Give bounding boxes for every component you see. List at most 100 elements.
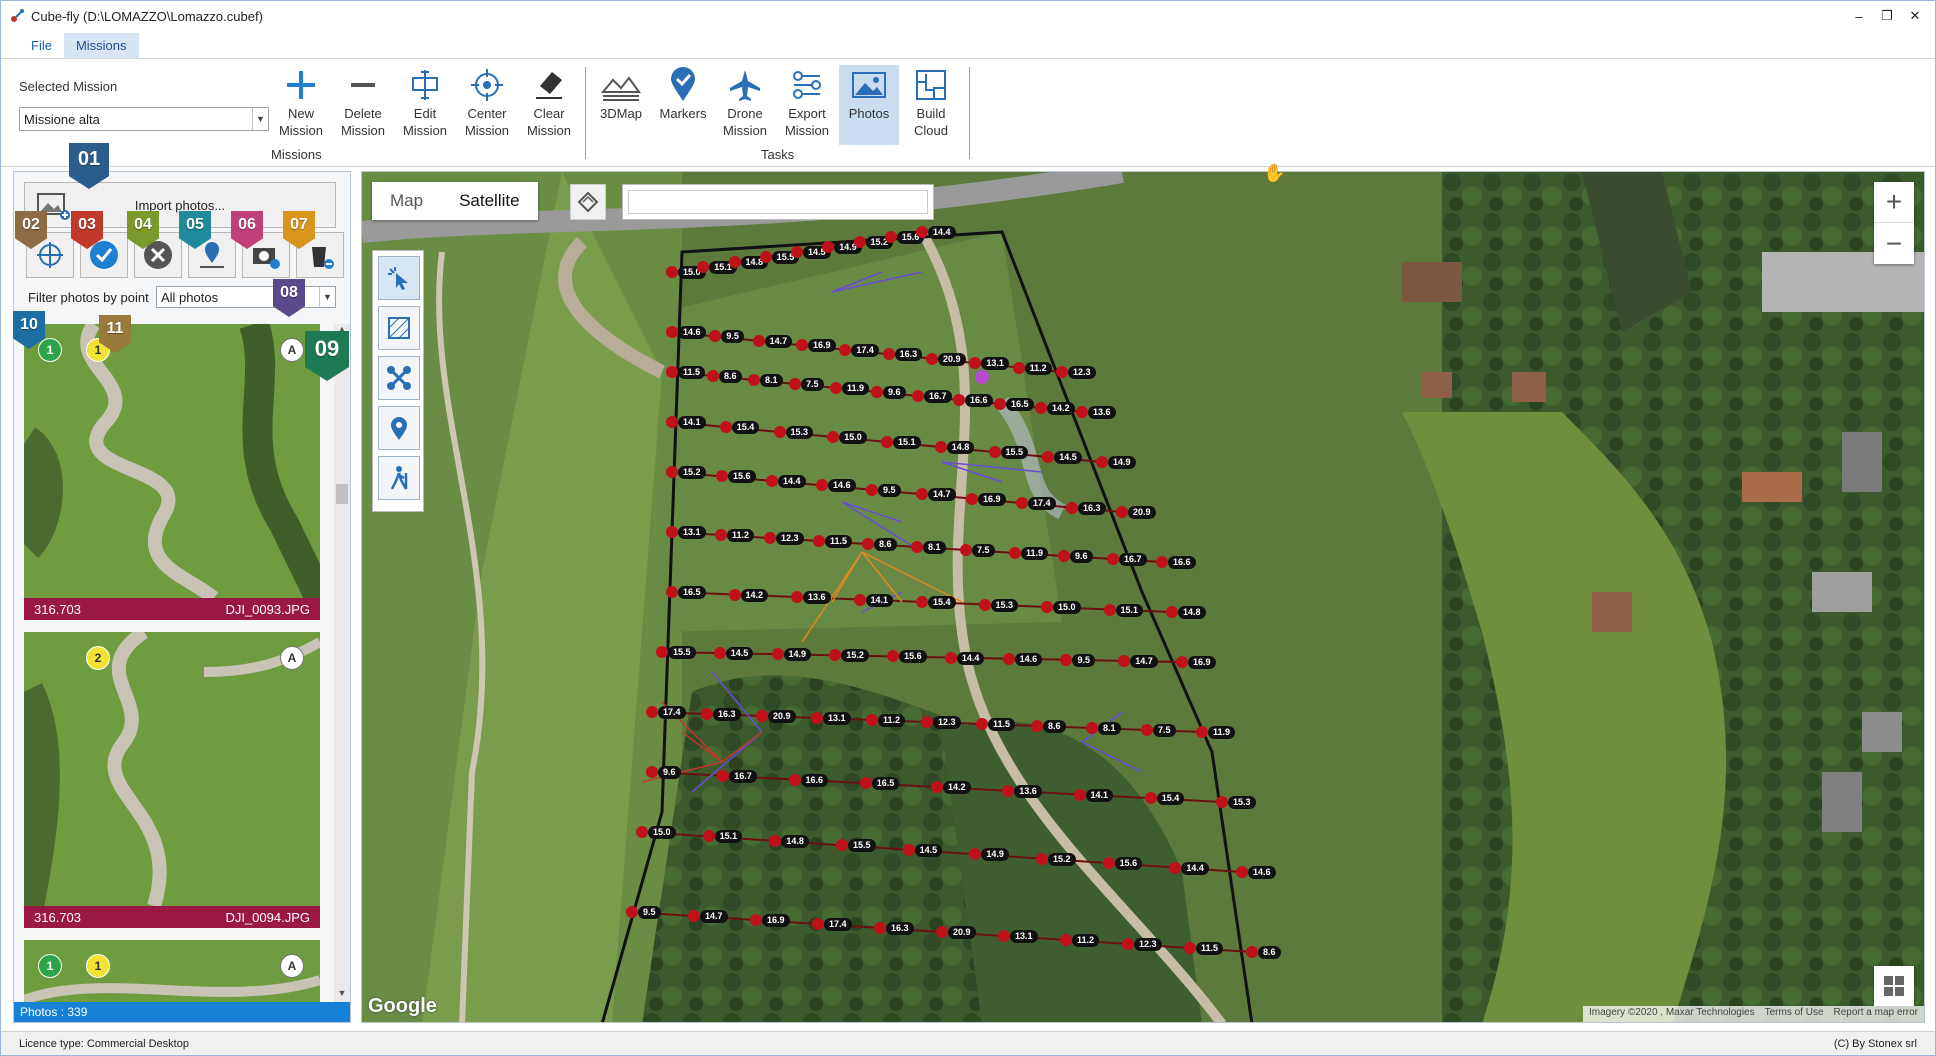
waypoint-marker[interactable]	[626, 906, 638, 918]
satellite-option[interactable]: Satellite	[441, 182, 537, 220]
waypoint-marker[interactable]	[713, 647, 726, 660]
waypoint-marker[interactable]	[836, 839, 848, 852]
waypoint-marker[interactable]	[1076, 406, 1088, 418]
waypoint-marker[interactable]	[773, 426, 786, 438]
waypoint-marker[interactable]	[646, 706, 658, 718]
waypoint-marker[interactable]	[666, 526, 678, 538]
restore-button[interactable]: ❐	[1873, 5, 1901, 27]
center-mission-button[interactable]: Center Mission	[457, 65, 517, 145]
waypoint-marker[interactable]	[953, 394, 965, 406]
waypoint-marker[interactable]	[666, 366, 678, 378]
waypoint-marker[interactable]	[1058, 550, 1070, 562]
scroll-down-icon[interactable]: ▼	[334, 988, 350, 1002]
waypoint-marker[interactable]	[916, 226, 928, 238]
waypoint-marker[interactable]	[1118, 654, 1131, 667]
waypoint-marker[interactable]	[1016, 497, 1028, 510]
waypoint-marker[interactable]	[1002, 784, 1015, 797]
waypoint-marker[interactable]	[666, 466, 678, 478]
waypoint-marker[interactable]	[912, 390, 924, 402]
waypoint-marker[interactable]	[1073, 788, 1086, 801]
waypoint-marker[interactable]	[766, 474, 778, 487]
photos-button[interactable]: Photos	[839, 65, 899, 145]
3dmap-button[interactable]: 3DMap	[591, 65, 651, 145]
waypoint-marker[interactable]	[882, 348, 895, 361]
waypoint-marker[interactable]	[830, 382, 842, 394]
area-tool-button[interactable]	[378, 306, 420, 350]
map-option[interactable]: Map	[372, 182, 441, 220]
waypoint-marker[interactable]	[998, 930, 1010, 942]
report-error-link[interactable]: Report a map error	[1834, 1007, 1918, 1021]
waypoint-marker[interactable]	[1041, 601, 1053, 613]
waypoint-marker[interactable]	[769, 834, 782, 847]
build-cloud-button[interactable]: Build Cloud	[901, 65, 961, 145]
waypoint-marker[interactable]	[1060, 934, 1072, 946]
waypoint-marker[interactable]	[976, 718, 988, 730]
draw-area-button[interactable]	[570, 184, 606, 220]
photo-card[interactable]: 1 1 A	[24, 940, 320, 1002]
map-search-input[interactable]	[628, 190, 928, 214]
edit-mission-button[interactable]: Edit Mission	[395, 65, 455, 145]
waypoint-marker[interactable]	[1166, 606, 1178, 618]
waypoint-marker[interactable]	[1196, 726, 1208, 738]
waypoint-marker[interactable]	[759, 251, 772, 263]
waypoint-marker[interactable]	[931, 781, 943, 793]
waypoint-marker[interactable]	[969, 357, 982, 370]
waypoint-marker[interactable]	[1096, 456, 1108, 468]
waypoint-marker[interactable]	[697, 261, 710, 273]
waypoint-marker[interactable]	[911, 541, 923, 553]
waypoint-marker[interactable]	[1216, 796, 1228, 808]
chevron-down-icon[interactable]: ▼	[319, 287, 335, 307]
waypoint-marker[interactable]	[1086, 722, 1098, 734]
waypoint-marker[interactable]	[978, 598, 991, 611]
photo-card[interactable]: 1 1 A 316.703 DJI_0093.JPG	[24, 324, 320, 620]
waypoint-marker[interactable]	[822, 241, 835, 253]
waypoint-marker[interactable]	[646, 766, 658, 778]
tab-file[interactable]: File	[19, 33, 64, 58]
waypoint-marker[interactable]	[1107, 553, 1119, 565]
waypoint-marker[interactable]	[1236, 866, 1248, 878]
waypoint-marker[interactable]	[702, 830, 715, 843]
minimize-button[interactable]: –	[1845, 5, 1873, 27]
waypoint-marker[interactable]	[874, 922, 886, 934]
waypoint-marker[interactable]	[866, 714, 878, 726]
waypoint-marker[interactable]	[1102, 857, 1115, 870]
waypoint-marker[interactable]	[1042, 451, 1055, 463]
new-mission-button[interactable]: New Mission	[271, 65, 331, 145]
waypoint-marker[interactable]	[866, 483, 878, 496]
waypoint-marker[interactable]	[853, 593, 866, 606]
waypoint-marker[interactable]	[859, 777, 872, 790]
selected-mission-select[interactable]: Missione alta ▼	[19, 107, 269, 131]
waypoint-marker[interactable]	[709, 330, 722, 343]
waypoint-marker[interactable]	[1184, 942, 1196, 954]
waypoint-marker[interactable]	[788, 773, 801, 786]
waypoint-marker[interactable]	[969, 848, 982, 861]
waypoint-marker[interactable]	[748, 374, 760, 386]
waypoint-marker[interactable]	[853, 236, 866, 248]
waypoint-marker[interactable]	[1246, 946, 1258, 958]
map-type-toggle[interactable]: Map Satellite	[372, 182, 538, 220]
waypoint-marker[interactable]	[994, 398, 1006, 410]
waypoint-marker[interactable]	[719, 421, 732, 433]
waypoint-marker[interactable]	[707, 370, 719, 382]
chevron-down-icon[interactable]: ▼	[252, 108, 268, 130]
waypoint-marker[interactable]	[1035, 402, 1047, 414]
waypoint-marker[interactable]	[1036, 852, 1048, 865]
zoom-in-button[interactable]: +	[1874, 182, 1914, 223]
waypoint-marker[interactable]	[1176, 656, 1188, 668]
waypoint-marker[interactable]	[666, 266, 678, 278]
waypoint-marker[interactable]	[884, 231, 897, 243]
waypoint-marker[interactable]	[934, 441, 947, 453]
waypoint-marker[interactable]	[816, 479, 828, 492]
export-mission-button[interactable]: Export Mission	[777, 65, 837, 145]
waypoint-marker[interactable]	[916, 596, 928, 608]
waypoint-marker[interactable]	[791, 591, 803, 603]
waypoint-marker[interactable]	[1012, 361, 1025, 374]
waypoint-marker[interactable]	[1066, 501, 1078, 514]
drone-mission-button[interactable]: Drone Mission	[715, 65, 775, 145]
waypoint-marker[interactable]	[944, 651, 957, 664]
waypoint-marker[interactable]	[666, 416, 678, 428]
waypoint-marker[interactable]	[1141, 724, 1153, 736]
waypoint-marker[interactable]	[960, 544, 972, 556]
waypoint-marker[interactable]	[789, 378, 801, 390]
waypoint-marker[interactable]	[811, 712, 823, 724]
